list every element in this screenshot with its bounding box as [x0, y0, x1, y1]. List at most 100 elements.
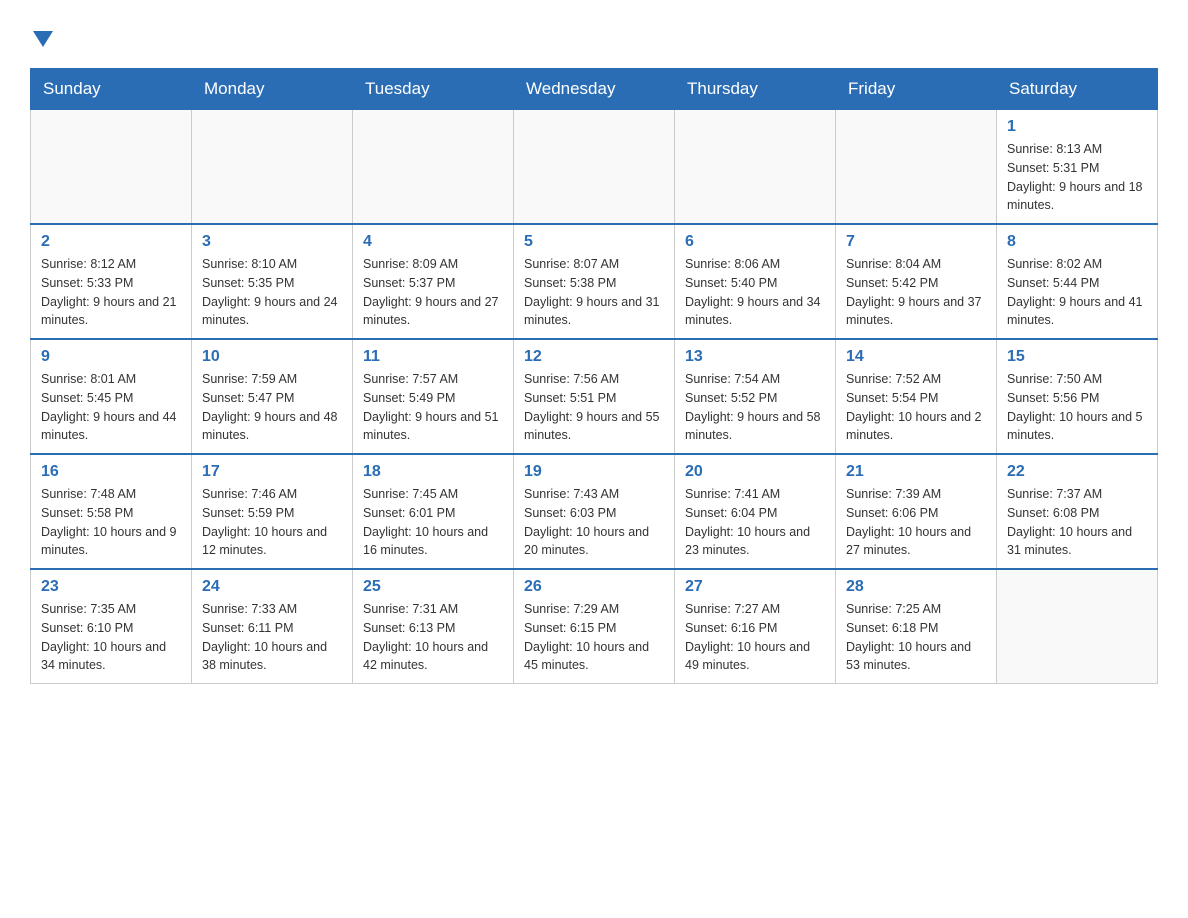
calendar-week-row: 2 Sunrise: 8:12 AMSunset: 5:33 PMDaylight…: [31, 224, 1158, 339]
day-number: 9: [41, 348, 181, 366]
col-sunday: Sunday: [31, 69, 192, 110]
day-number: 2: [41, 233, 181, 251]
day-info: Sunrise: 8:09 AMSunset: 5:37 PMDaylight:…: [363, 255, 503, 330]
day-info: Sunrise: 8:06 AMSunset: 5:40 PMDaylight:…: [685, 255, 825, 330]
day-info: Sunrise: 7:52 AMSunset: 5:54 PMDaylight:…: [846, 370, 986, 445]
calendar-cell: [675, 110, 836, 225]
day-number: 23: [41, 578, 181, 596]
day-info: Sunrise: 7:46 AMSunset: 5:59 PMDaylight:…: [202, 485, 342, 560]
day-number: 5: [524, 233, 664, 251]
calendar-cell: 16 Sunrise: 7:48 AMSunset: 5:58 PMDayligh…: [31, 454, 192, 569]
day-info: Sunrise: 8:10 AMSunset: 5:35 PMDaylight:…: [202, 255, 342, 330]
page-header: [30, 20, 1158, 48]
day-info: Sunrise: 7:29 AMSunset: 6:15 PMDaylight:…: [524, 600, 664, 675]
calendar-cell: [514, 110, 675, 225]
calendar-cell: 26 Sunrise: 7:29 AMSunset: 6:15 PMDayligh…: [514, 569, 675, 684]
calendar-cell: 2 Sunrise: 8:12 AMSunset: 5:33 PMDaylight…: [31, 224, 192, 339]
day-number: 6: [685, 233, 825, 251]
calendar-cell: 24 Sunrise: 7:33 AMSunset: 6:11 PMDayligh…: [192, 569, 353, 684]
calendar-cell: 13 Sunrise: 7:54 AMSunset: 5:52 PMDayligh…: [675, 339, 836, 454]
day-number: 12: [524, 348, 664, 366]
calendar-cell: [836, 110, 997, 225]
day-number: 22: [1007, 463, 1147, 481]
col-thursday: Thursday: [675, 69, 836, 110]
col-saturday: Saturday: [997, 69, 1158, 110]
calendar-week-row: 16 Sunrise: 7:48 AMSunset: 5:58 PMDayligh…: [31, 454, 1158, 569]
day-number: 28: [846, 578, 986, 596]
calendar-cell: 21 Sunrise: 7:39 AMSunset: 6:06 PMDayligh…: [836, 454, 997, 569]
day-info: Sunrise: 7:37 AMSunset: 6:08 PMDaylight:…: [1007, 485, 1147, 560]
calendar-week-row: 1 Sunrise: 8:13 AMSunset: 5:31 PMDaylight…: [31, 110, 1158, 225]
day-number: 19: [524, 463, 664, 481]
day-info: Sunrise: 7:27 AMSunset: 6:16 PMDaylight:…: [685, 600, 825, 675]
day-info: Sunrise: 7:35 AMSunset: 6:10 PMDaylight:…: [41, 600, 181, 675]
day-number: 20: [685, 463, 825, 481]
day-info: Sunrise: 7:41 AMSunset: 6:04 PMDaylight:…: [685, 485, 825, 560]
calendar-cell: 9 Sunrise: 8:01 AMSunset: 5:45 PMDaylight…: [31, 339, 192, 454]
calendar-cell: [31, 110, 192, 225]
day-number: 17: [202, 463, 342, 481]
calendar-table: Sunday Monday Tuesday Wednesday Thursday…: [30, 68, 1158, 684]
day-info: Sunrise: 8:02 AMSunset: 5:44 PMDaylight:…: [1007, 255, 1147, 330]
day-info: Sunrise: 7:25 AMSunset: 6:18 PMDaylight:…: [846, 600, 986, 675]
day-info: Sunrise: 7:39 AMSunset: 6:06 PMDaylight:…: [846, 485, 986, 560]
calendar-cell: 12 Sunrise: 7:56 AMSunset: 5:51 PMDayligh…: [514, 339, 675, 454]
day-info: Sunrise: 8:01 AMSunset: 5:45 PMDaylight:…: [41, 370, 181, 445]
col-monday: Monday: [192, 69, 353, 110]
calendar-cell: 22 Sunrise: 7:37 AMSunset: 6:08 PMDayligh…: [997, 454, 1158, 569]
day-number: 21: [846, 463, 986, 481]
calendar-cell: 23 Sunrise: 7:35 AMSunset: 6:10 PMDayligh…: [31, 569, 192, 684]
day-number: 27: [685, 578, 825, 596]
calendar-cell: 4 Sunrise: 8:09 AMSunset: 5:37 PMDaylight…: [353, 224, 514, 339]
calendar-header-row: Sunday Monday Tuesday Wednesday Thursday…: [31, 69, 1158, 110]
day-number: 25: [363, 578, 503, 596]
day-number: 7: [846, 233, 986, 251]
day-info: Sunrise: 7:31 AMSunset: 6:13 PMDaylight:…: [363, 600, 503, 675]
calendar-week-row: 9 Sunrise: 8:01 AMSunset: 5:45 PMDaylight…: [31, 339, 1158, 454]
calendar-cell: 14 Sunrise: 7:52 AMSunset: 5:54 PMDayligh…: [836, 339, 997, 454]
day-number: 14: [846, 348, 986, 366]
day-number: 3: [202, 233, 342, 251]
col-tuesday: Tuesday: [353, 69, 514, 110]
calendar-cell: 1 Sunrise: 8:13 AMSunset: 5:31 PMDaylight…: [997, 110, 1158, 225]
day-info: Sunrise: 7:50 AMSunset: 5:56 PMDaylight:…: [1007, 370, 1147, 445]
calendar-cell: 8Sunrise: 8:02 AMSunset: 5:44 PMDaylight…: [997, 224, 1158, 339]
day-info: Sunrise: 7:59 AMSunset: 5:47 PMDaylight:…: [202, 370, 342, 445]
calendar-cell: 5Sunrise: 8:07 AMSunset: 5:38 PMDaylight…: [514, 224, 675, 339]
day-number: 4: [363, 233, 503, 251]
calendar-cell: 15Sunrise: 7:50 AMSunset: 5:56 PMDayligh…: [997, 339, 1158, 454]
day-info: Sunrise: 7:56 AMSunset: 5:51 PMDaylight:…: [524, 370, 664, 445]
calendar-cell: 28 Sunrise: 7:25 AMSunset: 6:18 PMDayligh…: [836, 569, 997, 684]
calendar-cell: 6 Sunrise: 8:06 AMSunset: 5:40 PMDaylight…: [675, 224, 836, 339]
calendar-cell: [192, 110, 353, 225]
day-number: 13: [685, 348, 825, 366]
calendar-cell: 3 Sunrise: 8:10 AMSunset: 5:35 PMDaylight…: [192, 224, 353, 339]
day-info: Sunrise: 7:33 AMSunset: 6:11 PMDaylight:…: [202, 600, 342, 675]
calendar-cell: 7 Sunrise: 8:04 AMSunset: 5:42 PMDaylight…: [836, 224, 997, 339]
day-number: 11: [363, 348, 503, 366]
calendar-cell: 11 Sunrise: 7:57 AMSunset: 5:49 PMDayligh…: [353, 339, 514, 454]
day-info: Sunrise: 7:45 AMSunset: 6:01 PMDaylight:…: [363, 485, 503, 560]
day-info: Sunrise: 7:54 AMSunset: 5:52 PMDaylight:…: [685, 370, 825, 445]
day-info: Sunrise: 7:48 AMSunset: 5:58 PMDaylight:…: [41, 485, 181, 560]
logo: [30, 20, 53, 48]
day-info: Sunrise: 7:57 AMSunset: 5:49 PMDaylight:…: [363, 370, 503, 445]
calendar-cell: 27 Sunrise: 7:27 AMSunset: 6:16 PMDayligh…: [675, 569, 836, 684]
col-friday: Friday: [836, 69, 997, 110]
calendar-cell: [997, 569, 1158, 684]
day-number: 16: [41, 463, 181, 481]
day-info: Sunrise: 8:04 AMSunset: 5:42 PMDaylight:…: [846, 255, 986, 330]
day-number: 26: [524, 578, 664, 596]
calendar-cell: 20 Sunrise: 7:41 AMSunset: 6:04 PMDayligh…: [675, 454, 836, 569]
day-info: Sunrise: 8:12 AMSunset: 5:33 PMDaylight:…: [41, 255, 181, 330]
day-number: 18: [363, 463, 503, 481]
calendar-cell: 19 Sunrise: 7:43 AMSunset: 6:03 PMDayligh…: [514, 454, 675, 569]
calendar-cell: [353, 110, 514, 225]
calendar-cell: 25 Sunrise: 7:31 AMSunset: 6:13 PMDayligh…: [353, 569, 514, 684]
col-wednesday: Wednesday: [514, 69, 675, 110]
day-info: Sunrise: 7:43 AMSunset: 6:03 PMDaylight:…: [524, 485, 664, 560]
day-number: 24: [202, 578, 342, 596]
calendar-cell: 10Sunrise: 7:59 AMSunset: 5:47 PMDayligh…: [192, 339, 353, 454]
day-number: 1: [1007, 118, 1147, 136]
day-info: Sunrise: 8:13 AMSunset: 5:31 PMDaylight:…: [1007, 140, 1147, 215]
